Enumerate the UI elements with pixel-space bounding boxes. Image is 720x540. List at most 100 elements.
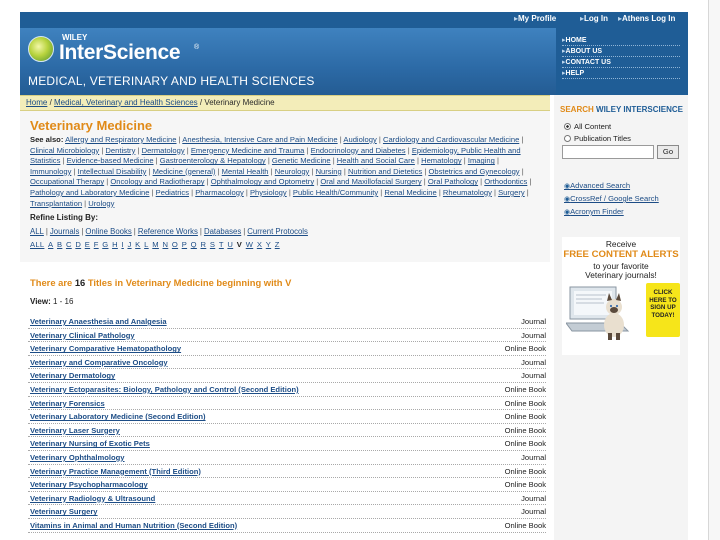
subject-link[interactable]: Dentistry [105, 146, 135, 155]
title-link[interactable]: Veterinary Clinical Pathology [30, 331, 135, 340]
subject-link[interactable]: Dermatology [142, 146, 185, 155]
subject-link[interactable]: Evidence-based Medicine [67, 156, 154, 165]
alpha-letter[interactable]: B [57, 240, 62, 249]
refine-option[interactable]: Journals [50, 227, 79, 236]
alpha-letter[interactable]: Q [191, 240, 197, 249]
refine-option[interactable]: ALL [30, 227, 44, 236]
alpha-letter[interactable]: Z [275, 240, 280, 249]
search-input[interactable] [562, 145, 654, 159]
alpha-letter[interactable]: D [75, 240, 81, 249]
nav-about-us[interactable]: ABOUT US [562, 47, 680, 57]
log-in-link[interactable]: Log In [580, 14, 608, 23]
subject-link[interactable]: Health and Social Care [337, 156, 415, 165]
title-link[interactable]: Veterinary Ophthalmology [30, 453, 125, 462]
refine-option[interactable]: Current Protocols [247, 227, 308, 236]
title-link[interactable]: Veterinary Laboratory Medicine (Second E… [30, 412, 206, 421]
window-scrollbar[interactable] [708, 0, 720, 540]
subject-link[interactable]: Urology [88, 199, 114, 208]
alpha-letter[interactable]: K [135, 240, 140, 249]
alpha-letter[interactable]: L [144, 240, 149, 249]
alpha-letter[interactable]: H [112, 240, 118, 249]
alpha-letter[interactable]: A [48, 240, 53, 249]
subject-link[interactable]: Oral Pathology [428, 177, 478, 186]
subject-link[interactable]: Audiology [343, 135, 376, 144]
subject-link[interactable]: Clinical Microbiology [30, 146, 99, 155]
subject-link[interactable]: Allergy and Respiratory Medicine [65, 135, 176, 144]
title-link[interactable]: Veterinary Nursing of Exotic Pets [30, 439, 150, 448]
subject-link[interactable]: Surgery [498, 188, 525, 197]
breadcrumb-parent[interactable]: Medical, Veterinary and Health Sciences [54, 98, 198, 107]
alpha-letter[interactable]: J [127, 240, 131, 249]
alpha-letter[interactable]: M [152, 240, 159, 249]
refine-option[interactable]: Databases [204, 227, 241, 236]
alpha-letter[interactable]: W [246, 240, 253, 249]
title-link[interactable]: Veterinary Laser Surgery [30, 426, 120, 435]
alpha-letter[interactable]: F [94, 240, 99, 249]
alpha-letter[interactable]: I [121, 240, 123, 249]
refine-option[interactable]: Online Books [85, 227, 131, 236]
alpha-letter[interactable]: P [182, 240, 187, 249]
subject-link[interactable]: Medicine (general) [153, 167, 216, 176]
title-link[interactable]: Veterinary Comparative Hematopathology [30, 344, 181, 353]
subject-link[interactable]: Intellectual Disability [78, 167, 147, 176]
subject-link[interactable]: Neurology [275, 167, 310, 176]
alpha-letter[interactable]: S [210, 240, 215, 249]
title-link[interactable]: Veterinary Practice Management (Third Ed… [30, 467, 201, 476]
breadcrumb-home[interactable]: Home [26, 98, 47, 107]
athens-log-in-link[interactable]: Athens Log In [618, 14, 675, 23]
title-link[interactable]: Veterinary Forensics [30, 399, 105, 408]
subject-link[interactable]: Oral and Maxillofacial Surgery [320, 177, 421, 186]
subject-link[interactable]: Rheumatology [443, 188, 492, 197]
advanced-search-link[interactable]: Advanced Search [564, 181, 630, 190]
sign-up-button[interactable]: CLICK HERE TO SIGN UP TODAY! [646, 283, 680, 337]
alpha-letter[interactable]: R [200, 240, 206, 249]
alpha-letter[interactable]: Y [266, 240, 271, 249]
title-link[interactable]: Veterinary Radiology & Ultrasound [30, 494, 155, 503]
subject-link[interactable]: Public Health/Community [293, 188, 378, 197]
subject-link[interactable]: Transplantation [30, 199, 82, 208]
alpha-letter[interactable]: X [257, 240, 262, 249]
subject-link[interactable]: Hematology [421, 156, 462, 165]
radio-publication-titles[interactable]: Publication Titles [564, 134, 684, 143]
subject-link[interactable]: Anesthesia, Intensive Care and Pain Medi… [182, 135, 337, 144]
subject-link[interactable]: Emergency Medicine and Trauma [191, 146, 305, 155]
subject-link[interactable]: Oncology and Radiotherapy [110, 177, 204, 186]
title-link[interactable]: Veterinary Psychopharmacology [30, 480, 148, 489]
title-link[interactable]: Veterinary and Comparative Oncology [30, 358, 168, 367]
subject-link[interactable]: Obstetrics and Gynecology [428, 167, 519, 176]
subject-link[interactable]: Genetic Medicine [272, 156, 331, 165]
subject-link[interactable]: Cardiology and Cardiovascular Medicine [383, 135, 519, 144]
radio-unselected-icon[interactable] [564, 135, 571, 142]
alpha-letter[interactable]: ALL [30, 240, 44, 249]
my-profile-link[interactable]: My Profile [514, 14, 556, 23]
subject-link[interactable]: Occupational Therapy [30, 177, 104, 186]
alpha-letter[interactable]: G [102, 240, 108, 249]
subject-link[interactable]: Physiology [250, 188, 287, 197]
alpha-letter[interactable]: C [66, 240, 72, 249]
title-link[interactable]: Veterinary Ectoparasites: Biology, Patho… [30, 385, 299, 394]
subject-link[interactable]: Imaging [468, 156, 495, 165]
title-link[interactable]: Veterinary Surgery [30, 507, 98, 516]
go-button[interactable]: Go [657, 145, 679, 159]
subject-link[interactable]: Pathology and Laboratory Medicine [30, 188, 149, 197]
subject-link[interactable]: Ophthalmology and Optometry [211, 177, 314, 186]
subject-link[interactable]: Nutrition and Dietetics [348, 167, 422, 176]
radio-selected-icon[interactable] [564, 123, 571, 130]
radio-all-content[interactable]: All Content [564, 122, 684, 131]
subject-link[interactable]: Endocrinology and Diabetes [311, 146, 406, 155]
nav-home[interactable]: HOME [562, 36, 680, 46]
title-link[interactable]: Veterinary Dermatology [30, 371, 115, 380]
subject-link[interactable]: Renal Medicine [384, 188, 436, 197]
acronym-finder-link[interactable]: Acronym Finder [564, 207, 624, 216]
alpha-letter[interactable]: V [237, 240, 242, 249]
subject-link[interactable]: Orthodontics [484, 177, 527, 186]
crossref-google-search-link[interactable]: CrossRef / Google Search [564, 194, 659, 203]
title-link[interactable]: Veterinary Anaesthesia and Analgesia [30, 317, 167, 326]
refine-option[interactable]: Reference Works [138, 227, 198, 236]
subject-link[interactable]: Gastroenterology & Hepatology [160, 156, 266, 165]
subject-link[interactable]: Mental Health [222, 167, 269, 176]
subject-link[interactable]: Pediatrics [156, 188, 189, 197]
alpha-letter[interactable]: N [163, 240, 169, 249]
brand-logo[interactable]: InterScience [59, 41, 181, 65]
content-alerts-ad[interactable]: Receive FREE CONTENT ALERTS to your favo… [562, 237, 680, 355]
